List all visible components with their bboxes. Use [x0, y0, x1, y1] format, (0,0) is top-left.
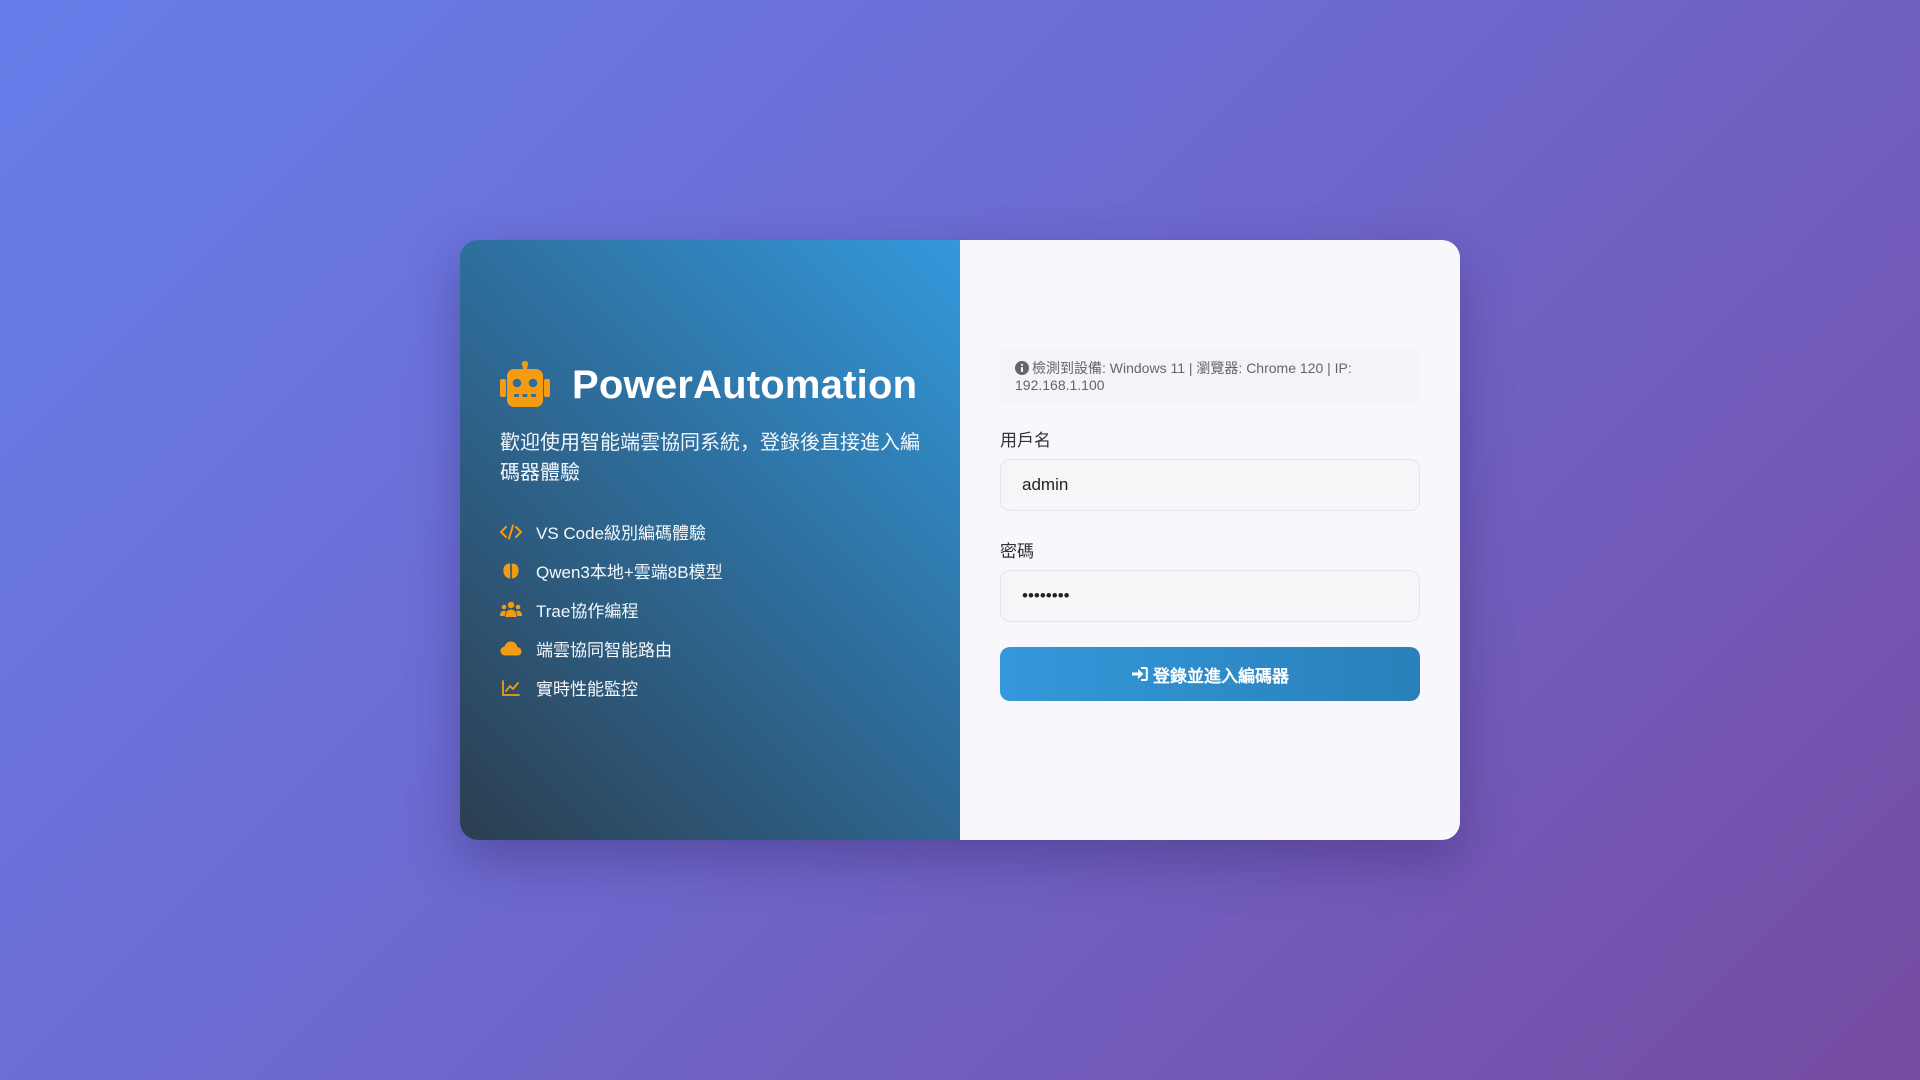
- feature-item-trae: Trae協作編程: [500, 590, 920, 629]
- cloud-icon: [500, 639, 522, 659]
- feature-label: Trae協作編程: [536, 602, 639, 621]
- chart-line-icon: [500, 678, 522, 698]
- feature-list: VS Code級別編碼體驗 Qwen3本地+雲端8B模型 Trae協作編程 端雲…: [500, 512, 920, 707]
- device-info-banner: 檢測到設備: Windows 11 | 瀏覽器: Chrome 120 | IP…: [1000, 350, 1420, 404]
- info-circle-icon: [1015, 361, 1029, 375]
- feature-item-routing: 端雲協同智能路由: [500, 629, 920, 668]
- username-input[interactable]: [1000, 459, 1420, 511]
- feature-item-monitor: 實時性能監控: [500, 668, 920, 707]
- code-icon: [500, 522, 522, 542]
- app-title: PowerAutomation: [572, 362, 918, 407]
- login-button[interactable]: 登錄並進入編碼器: [1000, 647, 1420, 701]
- feature-label: VS Code級別編碼體驗: [536, 524, 707, 543]
- login-card: PowerAutomation 歡迎使用智能端雲協同系統，登錄後直接進入編碼器體…: [460, 240, 1460, 840]
- device-info-text: 檢測到設備: Windows 11 | 瀏覽器: Chrome 120 | IP…: [1015, 360, 1352, 393]
- login-button-label: 登錄並進入編碼器: [1153, 666, 1289, 686]
- brain-icon: [500, 561, 522, 581]
- sign-in-icon: [1132, 667, 1148, 681]
- users-icon: [500, 600, 522, 620]
- brand-header: PowerAutomation: [500, 360, 920, 410]
- password-label: 密碼: [1000, 542, 1034, 561]
- username-label: 用戶名: [1000, 431, 1051, 450]
- feature-item-vscode: VS Code級別編碼體驗: [500, 512, 920, 551]
- password-field-group: 密碼: [1000, 537, 1420, 622]
- feature-label: Qwen3本地+雲端8B模型: [536, 563, 723, 582]
- feature-label: 端雲協同智能路由: [536, 641, 672, 660]
- feature-item-qwen: Qwen3本地+雲端8B模型: [500, 551, 920, 590]
- feature-label: 實時性能監控: [536, 680, 638, 699]
- username-field-group: 用戶名: [1000, 426, 1420, 511]
- welcome-panel: PowerAutomation 歡迎使用智能端雲協同系統，登錄後直接進入編碼器體…: [460, 240, 960, 840]
- password-input[interactable]: [1000, 570, 1420, 622]
- welcome-text: 歡迎使用智能端雲協同系統，登錄後直接進入編碼器體驗: [500, 432, 920, 484]
- robot-icon: [500, 361, 550, 407]
- login-panel: 檢測到設備: Windows 11 | 瀏覽器: Chrome 120 | IP…: [960, 240, 1460, 840]
